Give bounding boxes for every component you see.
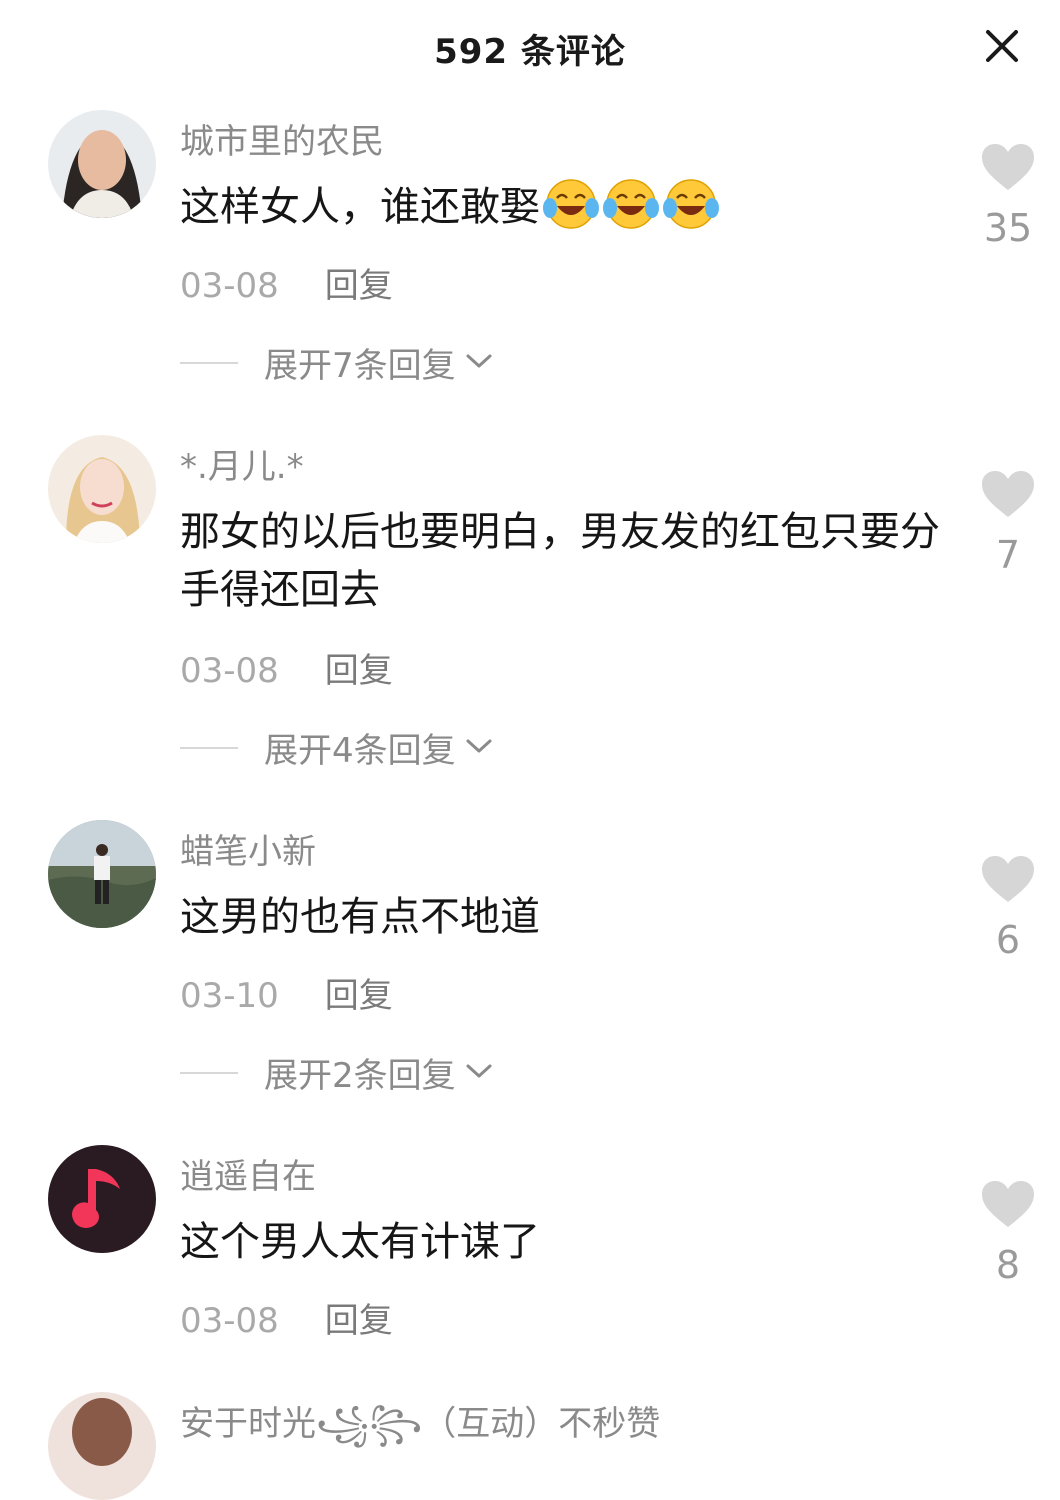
reply-button[interactable]: 回复 bbox=[325, 651, 393, 691]
laughing-crying-emoji bbox=[543, 179, 599, 229]
comment-text: 这男的也有点不地道 bbox=[180, 894, 540, 940]
reply-button[interactable]: 回复 bbox=[325, 976, 393, 1016]
like-count: 8 bbox=[995, 1243, 1021, 1287]
close-icon[interactable] bbox=[980, 24, 1024, 68]
username[interactable]: *.月儿.* bbox=[180, 439, 304, 488]
like-count: 35 bbox=[983, 206, 1033, 250]
avatar[interactable] bbox=[48, 820, 156, 928]
expand-replies-label: 展开7条回复 bbox=[264, 346, 456, 386]
chevron-down-icon bbox=[464, 351, 494, 375]
laughing-crying-emoji bbox=[603, 179, 659, 229]
heart-icon bbox=[982, 856, 1034, 902]
like-count: 7 bbox=[995, 533, 1021, 577]
comments-header: 592 条评论 bbox=[0, 0, 1060, 92]
expand-replies-label: 展开2条回复 bbox=[264, 1056, 456, 1096]
comment-meta: 03-08 回复 bbox=[180, 1293, 393, 1342]
username[interactable]: 安于时光꧁꧂（互动）不秒赞 bbox=[180, 1396, 660, 1467]
expand-replies-label: 展开4条回复 bbox=[264, 731, 456, 771]
comment-text: 那女的以后也要明白，男友发的红包只要分手得还回去 bbox=[180, 509, 940, 613]
like-button[interactable]: 8 bbox=[968, 1179, 1048, 1287]
avatar[interactable] bbox=[48, 110, 156, 218]
comment-meta: 03-10 回复 bbox=[180, 968, 393, 1017]
like-count: 6 bbox=[995, 918, 1021, 962]
expand-replies-button[interactable]: 展开2条回复 bbox=[180, 1048, 494, 1096]
divider-line bbox=[180, 361, 238, 364]
comment-meta: 03-08 回复 bbox=[180, 258, 393, 307]
avatar[interactable] bbox=[48, 1145, 156, 1253]
comment-text: 这个男人太有计谋了 bbox=[180, 1219, 540, 1265]
divider-line bbox=[180, 1071, 238, 1074]
username[interactable]: 逍遥自在 bbox=[180, 1149, 316, 1198]
expand-replies-button[interactable]: 展开7条回复 bbox=[180, 338, 494, 386]
like-button[interactable]: 6 bbox=[968, 854, 1048, 962]
emoji-group bbox=[542, 178, 722, 246]
comment-date: 03-10 bbox=[180, 976, 279, 1016]
like-button[interactable]: 35 bbox=[968, 142, 1048, 250]
heart-icon bbox=[982, 144, 1034, 190]
heart-icon bbox=[982, 1181, 1034, 1227]
comment-date: 03-08 bbox=[180, 651, 279, 691]
like-button[interactable]: 7 bbox=[968, 469, 1048, 577]
comment-text: 这样女人，谁还敢娶 bbox=[180, 178, 940, 246]
heart-icon bbox=[982, 471, 1034, 517]
comment-date: 03-08 bbox=[180, 266, 279, 306]
laughing-crying-emoji bbox=[663, 179, 719, 229]
divider-line bbox=[180, 746, 238, 749]
reply-button[interactable]: 回复 bbox=[325, 266, 393, 306]
chevron-down-icon bbox=[464, 736, 494, 760]
comment-body: 这样女人，谁还敢娶 bbox=[180, 184, 540, 230]
expand-replies-button[interactable]: 展开4条回复 bbox=[180, 723, 494, 771]
comment-meta: 03-08 回复 bbox=[180, 643, 393, 692]
username[interactable]: 城市里的农民 bbox=[180, 114, 384, 163]
chevron-down-icon bbox=[464, 1061, 494, 1085]
comment-date: 03-08 bbox=[180, 1301, 279, 1341]
comment-count-title: 592 条评论 bbox=[434, 32, 626, 72]
username[interactable]: 蜡笔小新 bbox=[180, 824, 316, 873]
avatar[interactable] bbox=[48, 1392, 156, 1500]
avatar[interactable] bbox=[48, 435, 156, 543]
reply-button[interactable]: 回复 bbox=[325, 1301, 393, 1341]
